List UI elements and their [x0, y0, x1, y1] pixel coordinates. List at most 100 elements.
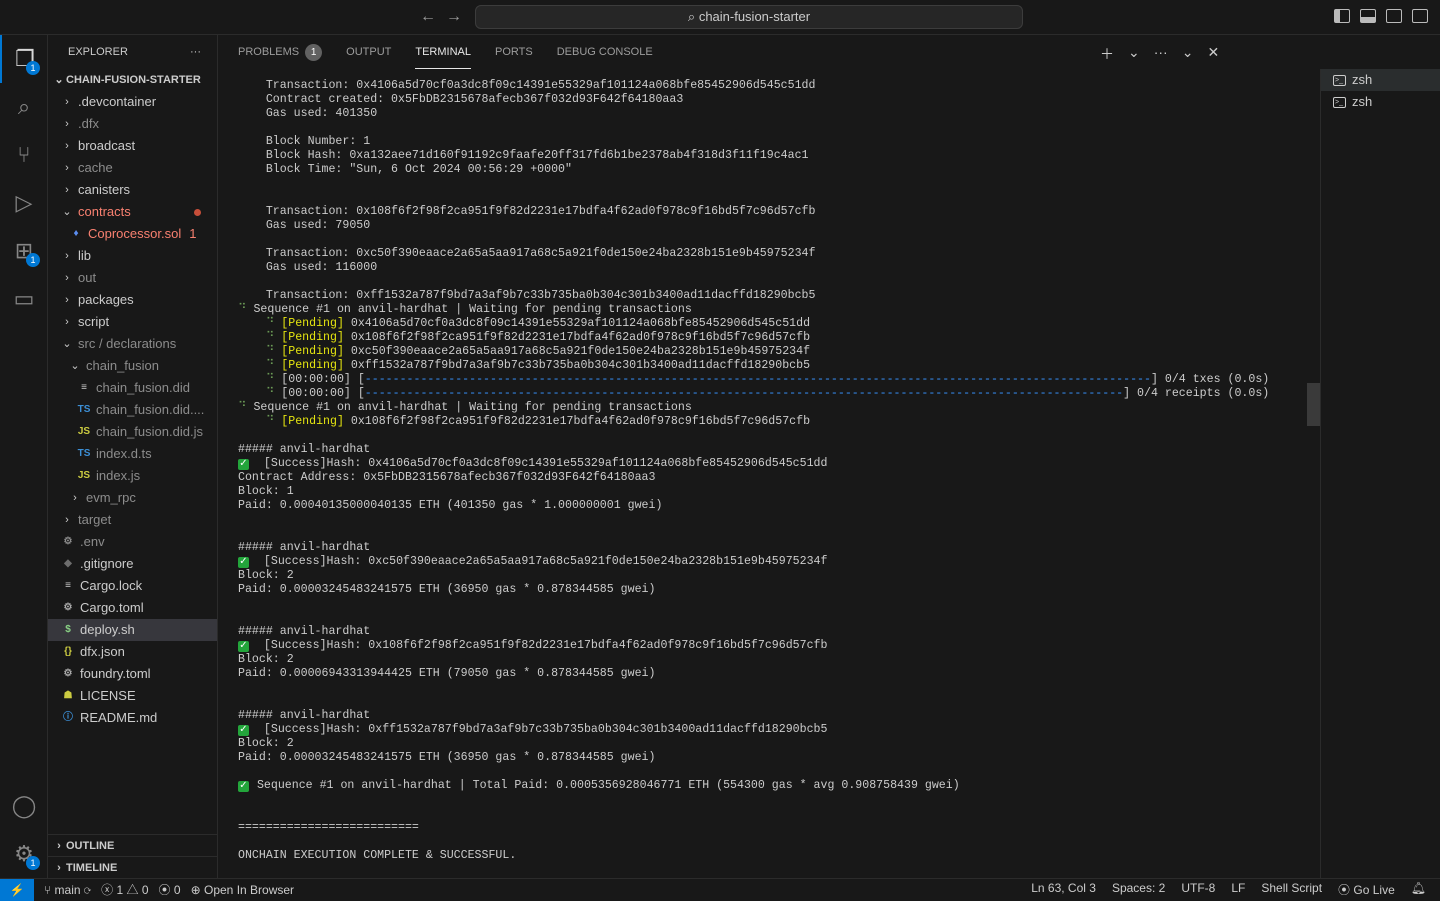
timeline-section[interactable]: › TIMELINE [48, 856, 218, 878]
go-live-button[interactable]: ⦿ Go Live [1338, 881, 1395, 898]
folder-item[interactable]: › cache [48, 157, 217, 179]
toggle-panel-icon[interactable] [1360, 9, 1376, 23]
file-item[interactable]: ☗ LICENSE [48, 685, 217, 707]
command-center-search[interactable]: ⌕ chain-fusion-starter [475, 5, 1023, 29]
explorer-icon[interactable]: ❐ 1 [0, 35, 48, 83]
folder-item[interactable]: › .dfx [48, 113, 217, 135]
search-icon[interactable]: ⌕ [0, 83, 48, 131]
customize-layout-icon[interactable] [1412, 9, 1428, 23]
back-arrow-icon[interactable]: ← [420, 8, 436, 26]
file-item[interactable]: ◆ .gitignore [48, 553, 217, 575]
file-item[interactable]: {} dfx.json [48, 641, 217, 663]
tree-item-label: cache [78, 160, 113, 175]
more-actions-icon[interactable]: ··· [190, 46, 201, 58]
terminal-text: Gas used: 116000 [238, 261, 378, 274]
ports-indicator[interactable]: ⦿ 0 [159, 881, 181, 898]
terminal-text: Paid: 0.00003245483241575 ETH (36950 gas… [238, 583, 656, 596]
tab-output[interactable]: OUTPUT [346, 35, 391, 69]
toggle-primary-sidebar-icon[interactable] [1334, 9, 1350, 23]
license-icon: ☗ [63, 690, 73, 701]
file-item[interactable]: ♦ Coprocessor.sol 1 [48, 223, 217, 245]
terminal-output[interactable]: Transaction: 0x4106a5d70cf0a3dc8f09c1439… [238, 79, 1269, 863]
problems-indicator[interactable]: ⓧ 1 △ 0 [101, 881, 148, 898]
terminal-tab[interactable]: >_ zsh [1321, 91, 1440, 113]
sync-icon: ⟳ [83, 882, 92, 897]
terminal-text: Paid: 0.00003245483241575 ETH (36950 gas… [238, 751, 656, 764]
file-item[interactable]: JS chain_fusion.did.js [48, 421, 217, 443]
encoding[interactable]: UTF-8 [1181, 881, 1215, 898]
tab-problems[interactable]: PROBLEMS 1 [238, 35, 323, 69]
folder-item[interactable]: ⌄ src / declarations [48, 333, 217, 355]
tab-debug-console[interactable]: DEBUG CONSOLE [557, 35, 653, 69]
file-item[interactable]: JS index.js [48, 465, 217, 487]
indentation[interactable]: Spaces: 2 [1112, 881, 1165, 898]
folder-item[interactable]: › out [48, 267, 217, 289]
cursor-position[interactable]: Ln 63, Col 3 [1031, 881, 1096, 898]
folder-item[interactable]: › script [48, 311, 217, 333]
terminal-dropdown-icon[interactable]: ⌄ [1128, 44, 1140, 64]
folder-item[interactable]: › packages [48, 289, 217, 311]
account-icon[interactable]: ◯ [0, 782, 48, 830]
tab-label: PROBLEMS [238, 46, 300, 58]
end-of-line[interactable]: LF [1231, 881, 1245, 898]
progress-bar: ----------------------------------------… [364, 373, 1151, 386]
terminal-line: ##### anvil-hardhat [238, 443, 1269, 457]
terminal-text: [Success]Hash: 0xc50f390eaace2a65a5aa917… [250, 555, 828, 568]
terminal-line: Paid: 0.00003245483241575 ETH (36950 gas… [238, 583, 1269, 597]
broadcast-icon: ⦿ [1338, 883, 1351, 897]
folder-item[interactable]: › .devcontainer [48, 91, 217, 113]
terminal-text: Block: 2 [238, 653, 294, 666]
file-item[interactable]: ⚙ Cargo.toml [48, 597, 217, 619]
file-item[interactable]: ⓘ README.md [48, 707, 217, 729]
toggle-secondary-sidebar-icon[interactable] [1386, 9, 1402, 23]
folder-item[interactable]: › canisters [48, 179, 217, 201]
file-item[interactable]: TS index.d.ts [48, 443, 217, 465]
terminal-line: Gas used: 401350 [238, 107, 1269, 121]
close-panel-icon[interactable]: ✕ [1207, 44, 1219, 64]
new-terminal-icon[interactable]: ＋ [1100, 44, 1114, 64]
file-item[interactable]: ≡ Cargo.lock [48, 575, 217, 597]
file-item[interactable]: ⚙ foundry.toml [48, 663, 217, 685]
notifications-bell-icon[interactable]: 🔔︎ [1411, 881, 1426, 898]
workspace-root-label: CHAIN-FUSION-STARTER [66, 74, 201, 86]
maximize-panel-icon[interactable]: ⌄ [1182, 44, 1194, 64]
file-item[interactable]: TS chain_fusion.did.... [48, 399, 217, 421]
terminal-text: Transaction: 0x4106a5d70cf0a3dc8f09c1439… [238, 79, 816, 92]
tab-terminal[interactable]: TERMINAL [415, 35, 471, 69]
folder-item[interactable]: › lib [48, 245, 217, 267]
folder-item[interactable]: ⌄ contracts [48, 201, 217, 223]
folder-item[interactable]: ⌄ chain_fusion [48, 355, 217, 377]
branch-indicator[interactable]: ⑂ main ⟳ [44, 883, 91, 897]
run-debug-icon[interactable]: ▷ [0, 179, 48, 227]
file-item[interactable]: ≡ chain_fusion.did [48, 377, 217, 399]
tab-ports[interactable]: PORTS [495, 35, 533, 69]
file-item[interactable]: ⚙ .env [48, 531, 217, 553]
terminal-line: Paid: 0.00006943313944425 ETH (79050 gas… [238, 667, 1269, 681]
terminal-text: Block Hash: 0xa132aee71d160f91192c9faafe… [238, 149, 809, 162]
terminal-scrollbar[interactable] [1307, 383, 1321, 426]
language-mode[interactable]: Shell Script [1261, 881, 1322, 898]
chevron-right-icon: › [65, 294, 69, 306]
outline-section[interactable]: › OUTLINE [48, 834, 218, 856]
settings-gear-icon[interactable]: ⚙ 1 [0, 830, 48, 878]
workspace-root[interactable]: ⌄ CHAIN-FUSION-STARTER [48, 69, 217, 91]
file-item[interactable]: $ deploy.sh [48, 619, 217, 641]
remote-explorer-icon[interactable]: ▭ [0, 275, 48, 323]
chevron-right-icon: › [65, 184, 69, 196]
more-actions-icon[interactable]: ··· [1154, 44, 1168, 64]
folder-item[interactable]: › evm_rpc [48, 487, 217, 509]
folder-item[interactable]: › broadcast [48, 135, 217, 157]
remote-indicator-icon[interactable]: ⚡ [0, 878, 34, 901]
terminal-text: 0x108f6f2f98f2ca951f9f82d2231e17bdfa4f62… [343, 415, 811, 428]
explorer-sidebar: EXPLORER ··· ⌄ CHAIN-FUSION-STARTER › .devc… [48, 35, 218, 878]
terminal-line: Contract Address: 0x5FbDB2315678afecb367… [238, 471, 1269, 485]
open-in-browser-button[interactable]: ⊕ Open In Browser [191, 883, 294, 897]
forward-arrow-icon[interactable]: → [446, 8, 462, 26]
folder-item[interactable]: › target [48, 509, 217, 531]
terminal-tab[interactable]: >_ zsh [1321, 69, 1440, 91]
extensions-icon[interactable]: ⊞ 1 [0, 227, 48, 275]
terminal-text: Contract created: 0x5FbDB2315678afecb367… [238, 93, 684, 106]
tree-item-label: README.md [80, 710, 158, 725]
source-control-icon[interactable]: ⑂ [0, 131, 48, 179]
